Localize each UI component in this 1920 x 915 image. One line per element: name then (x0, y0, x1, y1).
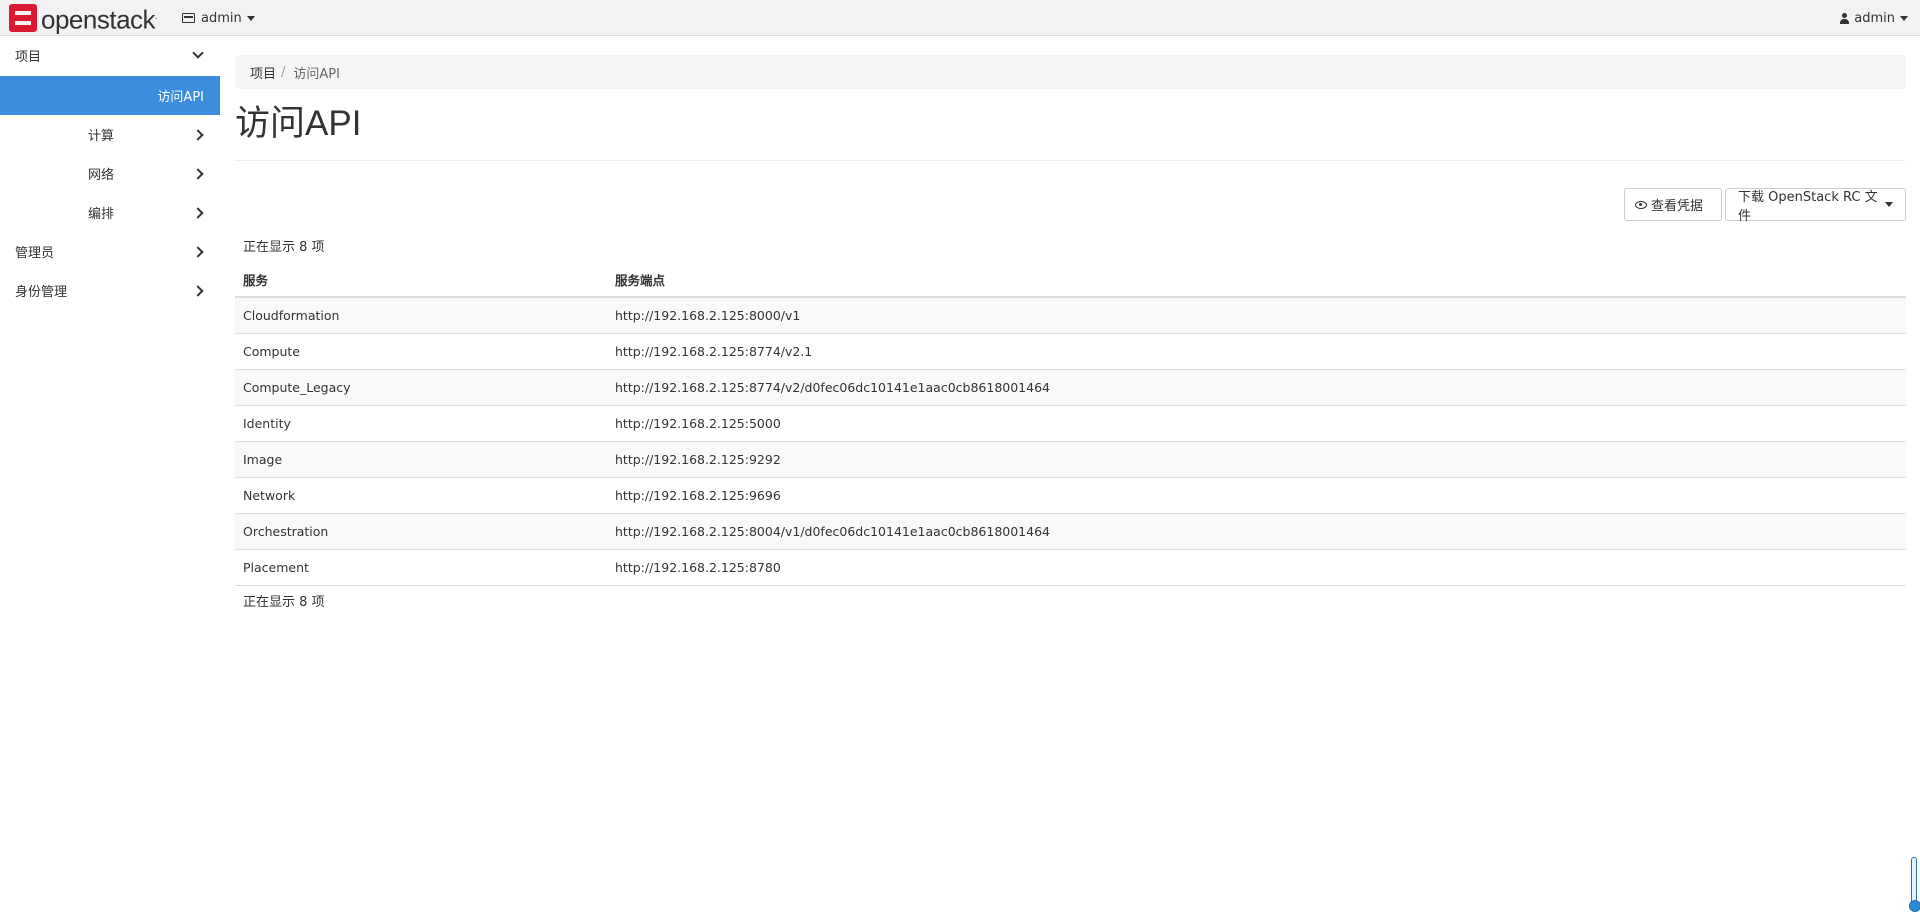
service-endpoint: http://192.168.2.125:9292 (607, 441, 1906, 478)
breadcrumb-root[interactable]: 项目 (250, 63, 276, 82)
sidebar-item-admin[interactable]: 管理员 (0, 232, 220, 271)
project-icon (182, 13, 195, 23)
brand-name: openstack. (41, 4, 158, 35)
sidebar-item-label: 网络 (88, 168, 115, 183)
service-name: Placement (235, 549, 607, 586)
user-label: admin (1854, 10, 1895, 26)
sidebar-item-api-access[interactable]: 访问API (0, 76, 220, 115)
column-header-endpoint: 服务端点 (607, 262, 1906, 298)
service-endpoint: http://192.168.2.125:8774/v2/d0fec06dc10… (607, 369, 1906, 406)
user-menu[interactable]: admin (1840, 9, 1908, 27)
table-row: Compute http://192.168.2.125:8774/v2.1 (235, 333, 1906, 370)
openstack-logo-icon (9, 4, 37, 32)
sidebar-item-label: 管理员 (15, 246, 55, 261)
project-label: admin (201, 10, 242, 26)
service-name: Identity (235, 405, 607, 442)
main-content: 项目 / 访问API 访问API 查看凭据 下载 OpenStack RC 文件… (235, 36, 1906, 915)
service-name: Image (235, 441, 607, 478)
table-row: Network http://192.168.2.125:9696 (235, 477, 1906, 514)
top-navbar: openstack. admin admin (0, 0, 1920, 36)
view-credentials-button[interactable]: 查看凭据 (1624, 188, 1722, 221)
title-divider (235, 160, 1906, 161)
service-name: Network (235, 477, 607, 514)
service-endpoint: http://192.168.2.125:8004/v1/d0fec06dc10… (607, 513, 1906, 550)
sidebar-item-project[interactable]: 项目 (0, 36, 220, 75)
chevron-right-icon (192, 245, 204, 258)
eye-icon (1635, 200, 1647, 209)
brand-logo-link[interactable]: openstack. (9, 4, 158, 35)
service-name: Compute_Legacy (235, 369, 607, 406)
chevron-right-icon (192, 128, 204, 141)
chevron-right-icon (192, 284, 204, 297)
breadcrumb-current: 访问API (293, 66, 340, 82)
user-icon (1840, 12, 1850, 24)
sidebar-item-identity[interactable]: 身份管理 (0, 271, 220, 310)
table-row: Orchestration http://192.168.2.125:8004/… (235, 513, 1906, 550)
sidebar-item-label: 访问API (157, 90, 204, 105)
sidebar-item-label: 项目 (15, 50, 42, 65)
service-name: Orchestration (235, 513, 607, 550)
download-rc-label: 下载 OpenStack RC 文件 (1738, 189, 1878, 224)
service-name: Cloudformation (235, 297, 607, 334)
breadcrumb-separator: / (281, 64, 286, 80)
chevron-right-icon (192, 206, 204, 219)
service-endpoint: http://192.168.2.125:5000 (607, 405, 1906, 442)
sidebar-item-network[interactable]: 网络 (0, 154, 220, 193)
service-endpoint: http://192.168.2.125:8774/v2.1 (607, 333, 1906, 370)
sidebar: 项目 访问API 计算 网络 编排 管理员 身份管理 (0, 36, 220, 915)
chevron-down-icon (192, 47, 204, 59)
download-rc-button[interactable]: 下载 OpenStack RC 文件 (1725, 188, 1906, 224)
service-name: Compute (235, 333, 607, 370)
table-header-row: 服务 服务端点 (235, 262, 1906, 298)
chevron-right-icon (192, 167, 204, 180)
item-count-footer: 正在显示 8 项 (243, 595, 325, 610)
thermometer-icon (1909, 857, 1920, 912)
sidebar-item-compute[interactable]: 计算 (0, 115, 220, 154)
view-credentials-label: 查看凭据 (1651, 199, 1704, 214)
breadcrumb: 项目 / 访问API (235, 55, 1906, 89)
caret-down-icon (1885, 202, 1893, 207)
table-row: Cloudformation http://192.168.2.125:8000… (235, 297, 1906, 334)
column-header-service: 服务 (235, 262, 607, 298)
page-title: 访问API (235, 104, 362, 143)
item-count: 正在显示 8 项 (243, 240, 325, 255)
service-endpoint: http://192.168.2.125:9696 (607, 477, 1906, 514)
caret-down-icon (246, 15, 255, 21)
sidebar-item-label: 编排 (88, 207, 115, 222)
api-endpoints-table: 服务 服务端点 Cloudformation http://192.168.2.… (235, 262, 1906, 586)
sidebar-item-label: 计算 (88, 129, 115, 144)
caret-down-icon (1900, 15, 1908, 21)
sidebar-item-label: 身份管理 (15, 285, 68, 300)
table-row: Image http://192.168.2.125:9292 (235, 441, 1906, 478)
table-row: Compute_Legacy http://192.168.2.125:8774… (235, 369, 1906, 406)
service-endpoint: http://192.168.2.125:8000/v1 (607, 297, 1906, 334)
table-row: Placement http://192.168.2.125:8780 (235, 549, 1906, 586)
project-switcher[interactable]: admin (182, 9, 255, 27)
service-endpoint: http://192.168.2.125:8780 (607, 549, 1906, 586)
table-row: Identity http://192.168.2.125:5000 (235, 405, 1906, 442)
sidebar-item-orchestration[interactable]: 编排 (0, 193, 220, 232)
